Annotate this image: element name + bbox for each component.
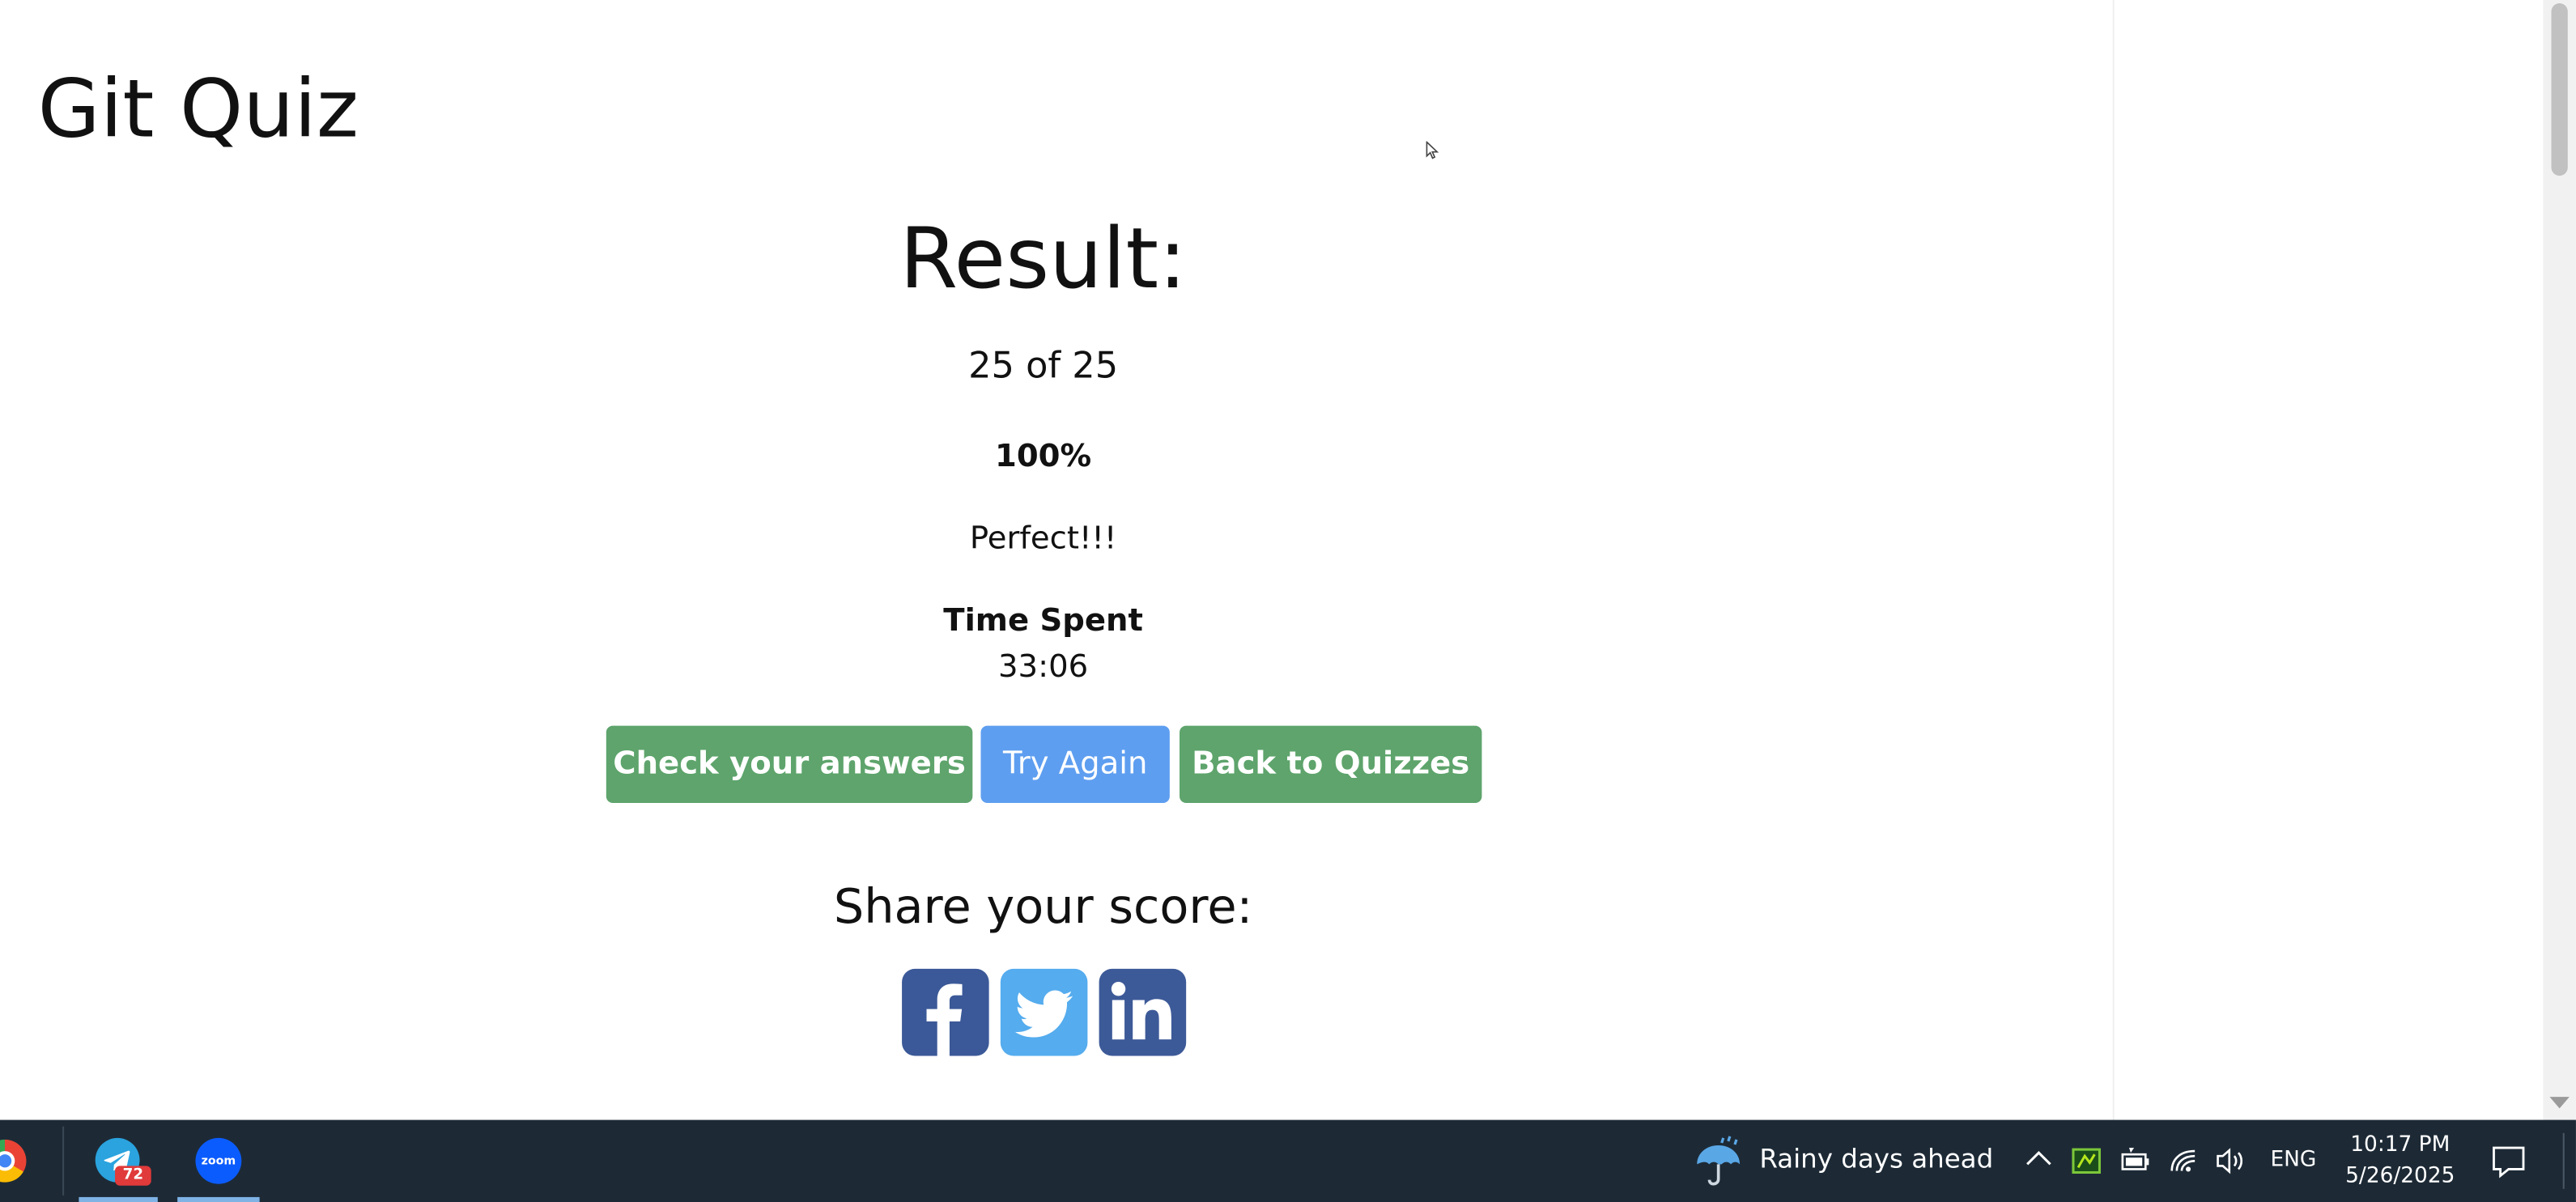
clock-time: 10:17 PM xyxy=(2350,1132,2451,1158)
percent-text: 100% xyxy=(995,438,1092,475)
linkedin-share-button[interactable] xyxy=(1099,968,1187,1056)
show-desktop-button[interactable] xyxy=(2562,1132,2565,1189)
volume-button[interactable] xyxy=(2214,1120,2251,1202)
twitter-icon xyxy=(1014,990,1073,1038)
time-spent-value: 33:06 xyxy=(998,648,1089,685)
battery-button[interactable] xyxy=(2119,1120,2156,1202)
taskbar-active-indicator xyxy=(177,1196,260,1202)
network-button[interactable] xyxy=(2169,1120,2205,1202)
show-hidden-icons-button[interactable] xyxy=(2024,1120,2057,1202)
result-heading: Result: xyxy=(899,211,1187,309)
notifications-icon[interactable] xyxy=(2489,1141,2528,1181)
check-answers-button[interactable]: Check your answers xyxy=(606,725,973,804)
scrollbar-thumb[interactable] xyxy=(2551,3,2568,176)
scroll-down-arrow-icon[interactable] xyxy=(2549,1097,2570,1109)
facebook-icon xyxy=(926,983,963,1056)
clock-date: 5/26/2025 xyxy=(2345,1164,2455,1189)
tray-app-button[interactable] xyxy=(2070,1120,2106,1202)
taskbar: 72 zoom Rainy days ahead ENG 10:17 PM 5/… xyxy=(0,1119,2576,1202)
weather-text: Rainy days ahead xyxy=(1759,1142,1994,1174)
speaker-icon xyxy=(2217,1148,2243,1174)
taskbar-telegram[interactable]: 72 xyxy=(79,1120,158,1202)
result-message: Perfect!!! xyxy=(969,520,1117,557)
right-sidebar xyxy=(2112,0,2544,1120)
input-language[interactable]: ENG xyxy=(2270,1148,2316,1172)
score-text: 25 of 25 xyxy=(968,346,1119,388)
time-spent-label: Time Spent xyxy=(943,602,1143,639)
taskbar-divider xyxy=(62,1126,65,1196)
battery-icon xyxy=(2121,1148,2149,1170)
site-title: Git Quiz xyxy=(37,62,359,156)
taskbar-zoom[interactable]: zoom xyxy=(177,1120,260,1202)
taskbar-clock[interactable]: 10:17 PM 5/26/2025 xyxy=(2333,1130,2468,1192)
telegram-unread-badge: 72 xyxy=(115,1166,151,1186)
screen: Git Quiz Result: 25 of 25 100% Perfect!!… xyxy=(0,0,2576,1202)
linkedin-icon xyxy=(1111,981,1171,1040)
browser-page: Git Quiz Result: 25 of 25 100% Perfect!!… xyxy=(0,0,2544,1120)
umbrella-rain-icon xyxy=(1697,1136,1741,1186)
chevron-up-icon xyxy=(2026,1150,2051,1166)
tray-app-icon xyxy=(2072,1148,2101,1174)
zoom-icon: zoom xyxy=(195,1137,242,1184)
taskbar-chrome[interactable] xyxy=(0,1120,59,1202)
chrome-icon xyxy=(0,1139,27,1183)
wifi-icon xyxy=(2170,1149,2196,1172)
share-heading: Share your score: xyxy=(833,878,1253,935)
back-to-quizzes-button[interactable]: Back to Quizzes xyxy=(1180,725,1482,804)
taskbar-active-indicator xyxy=(79,1196,158,1202)
mouse-cursor-icon xyxy=(1426,141,1439,159)
facebook-share-button[interactable] xyxy=(902,968,989,1056)
weather-widget[interactable]: Rainy days ahead xyxy=(1692,1120,2004,1202)
vertical-scrollbar[interactable] xyxy=(2543,0,2576,1120)
twitter-share-button[interactable] xyxy=(1000,968,1088,1056)
try-again-button[interactable]: Try Again xyxy=(980,725,1170,804)
